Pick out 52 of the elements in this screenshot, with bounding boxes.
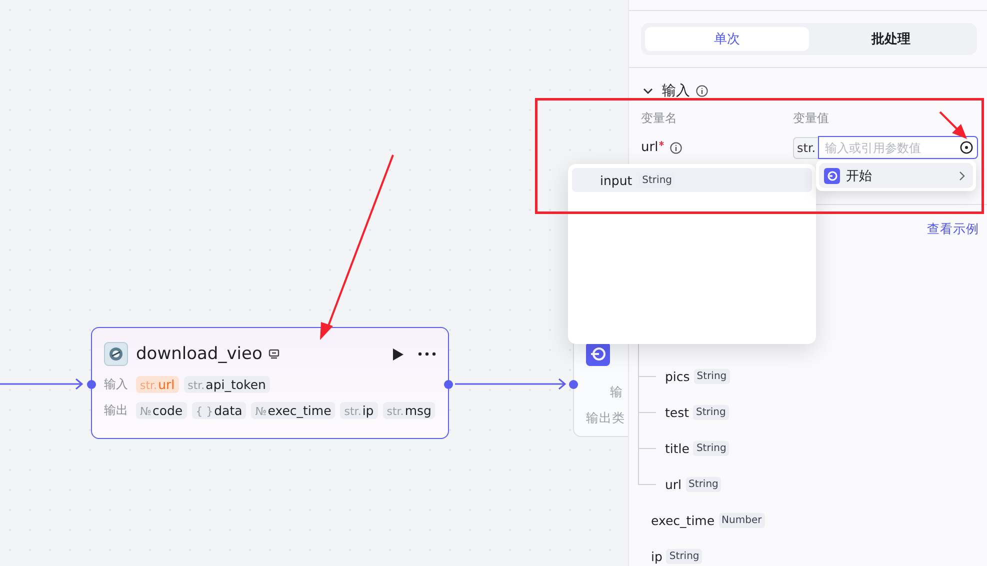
input-param-tag: str.url: [136, 376, 179, 393]
output-param-tag: №exec_time: [251, 402, 336, 419]
info-icon: [670, 142, 682, 154]
chevron-icon: [643, 88, 653, 94]
node-title: download_vieo: [136, 344, 262, 364]
port-dot[interactable]: [87, 380, 96, 389]
column-header: 变量值: [793, 110, 829, 126]
mode-tab[interactable]: 批处理: [809, 27, 973, 51]
field-name: title: [665, 440, 690, 456]
type-tag: String: [694, 368, 730, 384]
type-tag: String: [686, 476, 722, 492]
row-label: 输入: [104, 376, 128, 393]
field-name: test: [665, 404, 690, 420]
type-tag: String: [666, 548, 702, 564]
info-icon: [696, 85, 708, 97]
row-label: 输: [610, 384, 623, 401]
type-tag: String: [693, 404, 729, 420]
annotation-arrow: [939, 111, 968, 140]
field-name: ip: [651, 548, 662, 564]
field-name: pics: [665, 368, 690, 384]
plugin-icon: [104, 342, 128, 366]
chevron-icon: [959, 170, 965, 180]
collapse-toggle[interactable]: [643, 88, 653, 94]
port-dot[interactable]: [569, 380, 578, 389]
column-header: 变量名: [641, 110, 678, 126]
variable-name: url: [641, 140, 658, 155]
example-link[interactable]: 查看示例: [927, 221, 979, 238]
section-title: 输入: [662, 82, 690, 100]
store-icon: [268, 348, 280, 360]
start-node-icon: [824, 168, 840, 184]
row-label: 输出: [104, 402, 128, 419]
more-button[interactable]: [418, 352, 436, 356]
input-param-tag: str.api_token: [184, 376, 270, 393]
output-param-tag: { }data: [192, 402, 246, 419]
play-icon: [392, 348, 404, 360]
field-name: url: [665, 476, 682, 492]
row-label: 输出类: [586, 410, 625, 427]
type-tag: Number: [718, 512, 765, 528]
menu-item[interactable]: 开始: [819, 163, 973, 188]
output-param-tag: №code: [136, 402, 187, 419]
output-param-tag: str.ip: [340, 402, 378, 419]
mode-tab[interactable]: 单次: [645, 27, 809, 51]
value-input[interactable]: 输入或引用参数值: [818, 136, 978, 159]
type-tag: String: [693, 440, 730, 456]
port-dot[interactable]: [444, 380, 453, 389]
target-icon: [960, 141, 973, 154]
type-tag: str.: [793, 136, 818, 158]
menu-item[interactable]: input String: [572, 168, 812, 192]
run-button[interactable]: [392, 348, 404, 360]
field-name: exec_time: [651, 512, 715, 528]
more-icon: [418, 352, 436, 356]
output-param-tag: str.msg: [382, 402, 436, 419]
